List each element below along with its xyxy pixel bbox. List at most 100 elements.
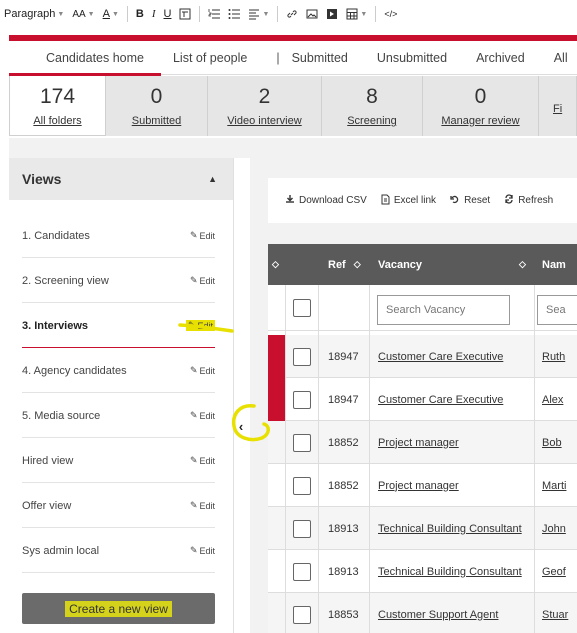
paragraph-format-dropdown[interactable]: Paragraph ▼ xyxy=(0,3,68,25)
select-all-checkbox[interactable] xyxy=(293,299,311,317)
nav-tab[interactable]: Unsubmitted xyxy=(377,51,447,65)
edit-view-button[interactable]: ✎ Edit xyxy=(190,230,215,241)
nav-tab[interactable]: List of people xyxy=(173,51,247,65)
table-row[interactable]: 18853 Customer Support Agent Stuar xyxy=(268,593,577,633)
candidate-name-link[interactable]: Marti xyxy=(542,464,566,507)
folder-stat[interactable]: 0 Submitted xyxy=(106,76,208,136)
edit-view-button[interactable]: ✎ Edit xyxy=(190,275,215,286)
vacancy-link[interactable]: Customer Support Agent xyxy=(378,593,498,633)
candidate-name-link[interactable]: Geof xyxy=(542,550,566,593)
row-checkbox[interactable] xyxy=(293,476,311,495)
vacancy-link[interactable]: Project manager xyxy=(378,464,459,507)
align-dropdown[interactable]: ▼ xyxy=(244,3,273,25)
row-select-cell xyxy=(293,550,311,593)
excel-link-button[interactable]: Excel link xyxy=(381,194,436,208)
folder-label[interactable]: All folders xyxy=(33,115,81,127)
folder-count: 8 xyxy=(366,85,378,108)
search-vacancy-input[interactable]: Search Vacancy xyxy=(377,295,510,325)
table-row[interactable]: 18852 Project manager Marti xyxy=(268,464,577,507)
folder-label[interactable]: Fi xyxy=(553,103,562,115)
edit-view-button[interactable]: ✎ Edit xyxy=(190,365,215,376)
folder-stat[interactable]: 174 All folders xyxy=(9,76,106,136)
row-checkbox[interactable] xyxy=(293,519,311,538)
italic-button[interactable]: I xyxy=(148,3,160,25)
row-checkbox[interactable] xyxy=(293,562,311,581)
search-name-input[interactable]: Sea xyxy=(537,295,577,325)
row-checkbox[interactable] xyxy=(293,605,311,624)
create-new-view-button[interactable]: Create a new view xyxy=(22,593,215,624)
table-row[interactable]: 18913 Technical Building Consultant John xyxy=(268,507,577,550)
view-item-label: Sys admin local xyxy=(22,544,100,557)
row-checkbox[interactable] xyxy=(293,390,311,409)
bullet-list-icon[interactable] xyxy=(224,3,244,25)
table-row[interactable]: 18913 Technical Building Consultant Geof xyxy=(268,550,577,593)
edit-view-button[interactable]: ✎ Edit xyxy=(190,455,215,466)
vacancy-link[interactable]: Technical Building Consultant xyxy=(378,550,522,593)
collapse-up-icon[interactable]: ▲ xyxy=(208,174,217,184)
view-item[interactable]: Sys admin local ✎ Edit xyxy=(22,529,215,573)
view-item[interactable]: Hired view ✎ Edit xyxy=(22,439,215,483)
ref-column-header[interactable]: Ref ◇ xyxy=(328,244,361,285)
candidate-name-link[interactable]: Ruth xyxy=(542,335,565,378)
folder-stat[interactable]: 2 Video interview xyxy=(208,76,322,136)
table-icon xyxy=(346,8,358,20)
refresh-button[interactable]: Refresh xyxy=(504,194,553,207)
folder-stat[interactable]: 8 Screening xyxy=(322,76,423,136)
chevron-down-icon: ▼ xyxy=(57,10,65,18)
vacancy-link[interactable]: Customer Care Executive xyxy=(378,378,503,421)
vacancy-link[interactable]: Project manager xyxy=(378,421,459,464)
table-dropdown[interactable]: ▼ xyxy=(342,3,371,25)
vacancy-column-header[interactable]: Vacancy xyxy=(378,244,422,285)
edit-view-button[interactable]: ✎ Edit xyxy=(190,500,215,511)
folder-stat[interactable]: Fi xyxy=(539,76,577,136)
download-csv-button[interactable]: Download CSV xyxy=(285,194,367,207)
column-divider xyxy=(534,285,535,633)
view-item[interactable]: Offer view ✎ Edit xyxy=(22,484,215,528)
views-header[interactable]: Views ▲ xyxy=(9,158,233,200)
reset-button[interactable]: Reset xyxy=(450,194,490,207)
view-item-label: 1. Candidates xyxy=(22,229,90,242)
table-row[interactable]: 18947 Customer Care Executive Alex xyxy=(268,378,577,421)
candidate-name-link[interactable]: Bob xyxy=(542,421,562,464)
table-row[interactable]: 18852 Project manager Bob xyxy=(268,421,577,464)
sort-icon[interactable]: ◇ xyxy=(519,244,526,285)
vacancy-link[interactable]: Customer Care Executive xyxy=(378,335,503,378)
view-item[interactable]: 5. Media source ✎ Edit xyxy=(22,394,215,438)
editor-toolbar: Paragraph ▼ AA ▼ A ▼ B I U ▼ ▼ </> xyxy=(0,0,577,28)
edit-view-button[interactable]: ✎ Edit xyxy=(190,410,215,421)
candidates-grid: ◇ Ref ◇ Vacancy ◇ Nam Search Vacancy Sea 1… xyxy=(268,244,577,633)
link-icon[interactable] xyxy=(282,3,302,25)
candidate-name-link[interactable]: Alex xyxy=(542,378,563,421)
candidate-name-link[interactable]: Stuar xyxy=(542,593,568,633)
brand-accent-bar xyxy=(9,35,577,41)
nav-tab[interactable]: All xyxy=(554,51,568,65)
ordered-list-icon[interactable] xyxy=(204,3,224,25)
folder-label[interactable]: Submitted xyxy=(132,115,182,127)
folder-label[interactable]: Manager review xyxy=(441,115,519,127)
row-checkbox[interactable] xyxy=(293,433,311,452)
name-column-header[interactable]: Nam xyxy=(542,244,566,285)
folder-label[interactable]: Video interview xyxy=(227,115,301,127)
sort-icon[interactable]: ◇ xyxy=(272,244,279,285)
font-size-dropdown[interactable]: AA ▼ xyxy=(68,3,98,25)
candidate-name-link[interactable]: John xyxy=(542,507,566,550)
row-checkbox[interactable] xyxy=(293,347,311,366)
table-row[interactable]: 18947 Customer Care Executive Ruth xyxy=(268,335,577,378)
underline-button[interactable]: U xyxy=(160,3,176,25)
font-color-dropdown[interactable]: A ▼ xyxy=(99,3,123,25)
edit-view-button[interactable]: ✎ Edit xyxy=(190,545,215,556)
view-item[interactable]: 4. Agency candidates ✎ Edit xyxy=(22,349,215,393)
image-icon[interactable] xyxy=(302,3,322,25)
nav-tab[interactable]: Submitted xyxy=(292,51,348,65)
source-code-button[interactable]: </> xyxy=(380,3,401,25)
vacancy-link[interactable]: Technical Building Consultant xyxy=(378,507,522,550)
media-icon[interactable] xyxy=(322,3,342,25)
nav-tab[interactable]: Candidates home xyxy=(46,51,144,65)
folder-stat[interactable]: 0 Manager review xyxy=(423,76,539,136)
folder-label[interactable]: Screening xyxy=(347,115,397,127)
bold-button[interactable]: B xyxy=(132,3,148,25)
view-item[interactable]: 2. Screening view ✎ Edit xyxy=(22,259,215,303)
view-item[interactable]: 1. Candidates ✎ Edit xyxy=(22,214,215,258)
clear-format-icon[interactable] xyxy=(175,3,195,25)
nav-tab[interactable]: Archived xyxy=(476,51,525,65)
